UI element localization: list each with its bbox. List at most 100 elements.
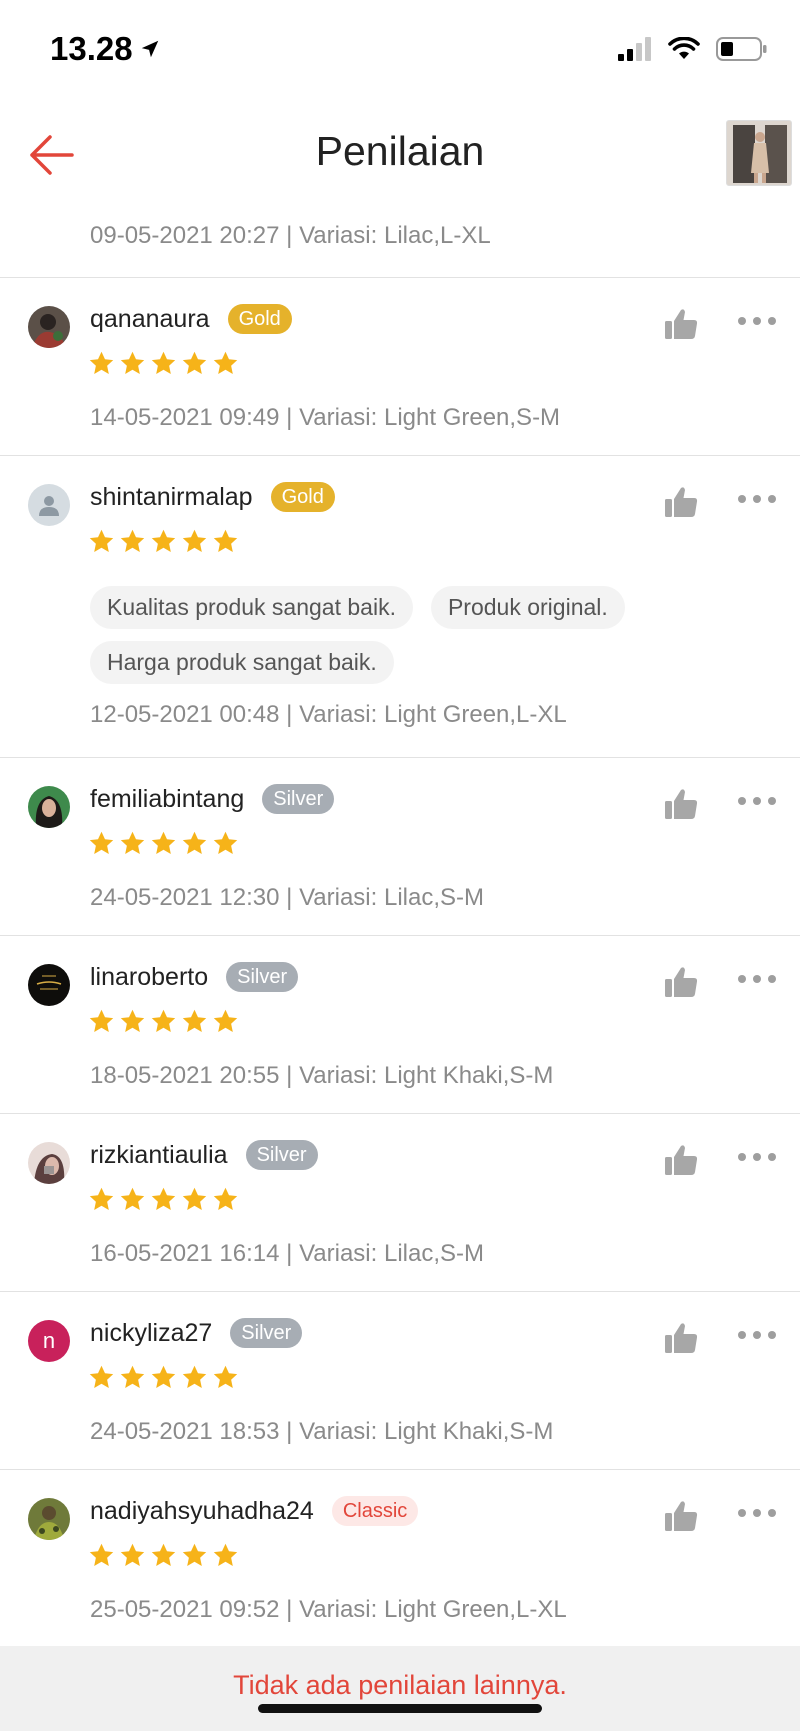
star-icon [213, 831, 238, 854]
star-icon [89, 1365, 114, 1388]
more-options-icon[interactable] [738, 1150, 776, 1164]
more-options-icon[interactable] [738, 972, 776, 986]
reviewer-username[interactable]: qananaura [90, 305, 210, 334]
review-header: rizkiantiaulia Silver [90, 1140, 318, 1170]
avatar[interactable] [28, 1498, 70, 1540]
review-header: qananaura Gold [90, 304, 292, 334]
star-icon [151, 351, 176, 374]
reviewer-username[interactable]: nickyliza27 [90, 1319, 212, 1348]
review-header: femiliabintang Silver [90, 784, 335, 814]
more-options-icon[interactable] [738, 492, 776, 506]
thumbs-up-icon[interactable] [664, 1144, 698, 1176]
star-rating [88, 1364, 239, 1391]
end-of-reviews-text: Tidak ada penilaian lainnya. [233, 1670, 567, 1700]
review-item: rizkiantiaulia Silver 16-05-2021 16:14 |… [0, 1114, 800, 1292]
review-header: nickyliza27 Silver [90, 1318, 303, 1348]
star-icon [89, 1543, 114, 1566]
reviewer-username[interactable]: linaroberto [90, 963, 208, 992]
star-icon [151, 1009, 176, 1032]
review-tag: Harga produk sangat baik. [90, 641, 394, 684]
review-header: linaroberto Silver [90, 962, 299, 992]
member-tier-badge: Silver [245, 1140, 318, 1170]
review-meta: 24-05-2021 18:53 | Variasi: Light Khaki,… [90, 1418, 554, 1445]
thumbs-up-icon[interactable] [664, 1500, 698, 1532]
header: Penilaian [0, 100, 800, 210]
page-title: Penilaian [315, 128, 485, 174]
member-tier-badge: Gold [270, 482, 335, 512]
star-icon [120, 529, 145, 552]
star-rating [88, 1542, 239, 1569]
review-meta: 16-05-2021 16:14 | Variasi: Lilac,S-M [90, 1240, 484, 1267]
star-icon [120, 1543, 145, 1566]
star-rating [88, 830, 239, 857]
star-icon [120, 1009, 145, 1032]
star-rating [88, 350, 239, 377]
more-options-icon[interactable] [738, 1506, 776, 1520]
star-icon [213, 1009, 238, 1032]
avatar[interactable] [28, 964, 70, 1006]
status-indicators [618, 36, 768, 62]
member-tier-badge: Silver [226, 962, 299, 992]
star-icon [182, 831, 207, 854]
more-options-icon[interactable] [738, 794, 776, 808]
member-tier-badge: Silver [262, 784, 335, 814]
star-icon [89, 351, 114, 374]
review-meta: 12-05-2021 00:48 | Variasi: Light Green,… [90, 701, 567, 728]
member-tier-badge: Silver [230, 1318, 303, 1348]
thumbs-up-icon[interactable] [664, 486, 698, 518]
partial-review-meta: 09-05-2021 20:27 | Variasi: Lilac,L-XL [90, 222, 491, 249]
thumbs-up-icon[interactable] [664, 308, 698, 340]
avatar-letter: n [42, 1328, 56, 1353]
review-item: linaroberto Silver 18-05-2021 20:55 | Va… [0, 936, 800, 1114]
reviewer-username[interactable]: femiliabintang [90, 785, 244, 814]
star-icon [120, 1187, 145, 1210]
status-time-text: 13.28 [50, 30, 133, 67]
star-icon [151, 1543, 176, 1566]
star-icon [182, 1365, 207, 1388]
star-icon [182, 1009, 207, 1032]
review-list: qananaura Gold 14-05-2021 09:49 | Varias… [0, 278, 800, 1648]
thumbs-up-icon[interactable] [664, 1322, 698, 1354]
star-icon [151, 831, 176, 854]
thumbs-up-icon[interactable] [664, 966, 698, 998]
location-arrow-icon [141, 40, 158, 58]
review-meta: 14-05-2021 09:49 | Variasi: Light Green,… [90, 404, 561, 431]
review-item: qananaura Gold 14-05-2021 09:49 | Varias… [0, 278, 800, 456]
star-icon [182, 351, 207, 374]
end-of-reviews-footer: Tidak ada penilaian lainnya. [0, 1646, 800, 1731]
star-icon [89, 1187, 114, 1210]
product-image [727, 121, 791, 185]
reviewer-username[interactable]: nadiyahsyuhadha24 [90, 1497, 314, 1526]
star-icon [182, 1543, 207, 1566]
star-rating [88, 528, 239, 555]
star-icon [151, 1187, 176, 1210]
star-icon [213, 351, 238, 374]
star-icon [213, 1365, 238, 1388]
star-icon [89, 831, 114, 854]
avatar[interactable] [28, 786, 70, 828]
home-indicator[interactable] [258, 1704, 542, 1713]
battery-icon [716, 37, 767, 61]
product-thumbnail[interactable] [726, 120, 792, 186]
status-time: 13.28 [50, 30, 161, 68]
avatar[interactable]: n [28, 1320, 70, 1362]
avatar[interactable] [28, 484, 70, 526]
review-item: shintanirmalap Gold Kualitas produk sang… [0, 456, 800, 758]
star-icon [151, 1365, 176, 1388]
star-icon [89, 529, 114, 552]
more-options-icon[interactable] [738, 314, 776, 328]
member-tier-badge: Gold [227, 304, 292, 334]
avatar[interactable] [28, 1142, 70, 1184]
reviewer-username[interactable]: shintanirmalap [90, 483, 253, 512]
review-meta: 25-05-2021 09:52 | Variasi: Light Green,… [90, 1596, 567, 1623]
reviewer-username[interactable]: rizkiantiaulia [90, 1141, 228, 1170]
star-icon [213, 1543, 238, 1566]
review-tags: Kualitas produk sangat baik. Produk origi… [90, 586, 750, 684]
more-options-icon[interactable] [738, 1328, 776, 1342]
star-icon [213, 529, 238, 552]
thumbs-up-icon[interactable] [664, 788, 698, 820]
avatar[interactable] [28, 306, 70, 348]
star-icon [120, 831, 145, 854]
review-tag: Produk original. [430, 586, 625, 629]
star-icon [120, 1365, 145, 1388]
